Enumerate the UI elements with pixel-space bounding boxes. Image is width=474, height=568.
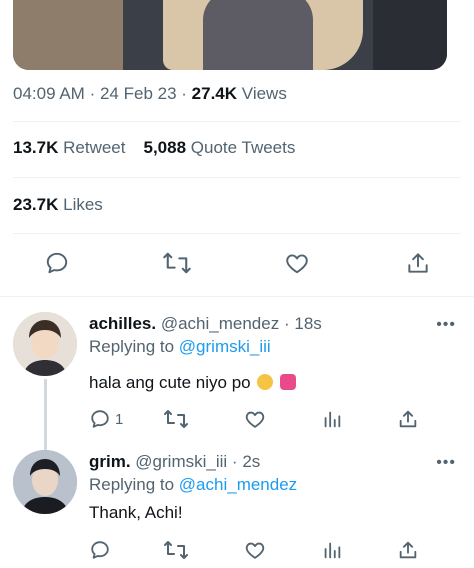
tweet-meta: 04:09 AM · 24 Feb 23 · 27.4K Views [13,84,287,104]
share-button[interactable] [397,538,419,562]
handle[interactable]: @achi_mendez [161,314,279,333]
like-icon [245,542,265,559]
time-separator: · [231,452,238,471]
divider [13,177,461,178]
reply-time[interactable]: 18s [294,314,321,333]
tweet-time: 04:09 AM [13,84,85,103]
share-icon [399,541,417,559]
more-icon[interactable]: ••• [436,316,456,334]
retweets-label: Retweet [63,138,126,157]
avatar-photo [13,450,77,514]
quotes-count: 5,088 [143,138,187,157]
pleading-face-emoji [257,374,274,390]
likes-count: 23.7K [13,195,59,214]
media-detail [203,0,313,70]
tweet-action-bar [0,248,474,280]
replying-label: Replying to [89,475,175,494]
retweet-icon [163,252,191,274]
analytics-button[interactable] [321,538,343,562]
analytics-icon [324,542,341,559]
share-button[interactable] [397,407,419,431]
reply-icon [46,252,68,274]
retweet-icon [164,410,188,428]
retweets-stat[interactable]: 13.7K Retweet [13,138,125,157]
share-icon [408,253,428,273]
reply-body: hala ang cute niyo po [89,373,251,392]
tweet-media[interactable] [13,0,447,70]
reply-icon [91,541,109,559]
handle[interactable]: @grimski_iii [135,452,227,471]
reply-header: grim. @grimski_iii · 2s [89,452,260,472]
analytics-button[interactable] [321,407,343,431]
quotes-label: Quote Tweets [190,138,296,157]
avatar[interactable] [13,450,77,514]
retweet-button[interactable] [163,538,189,562]
tweet-date: 24 Feb 23 [99,84,177,103]
reply-icon [91,410,109,428]
avatar-photo [13,312,77,376]
avatar[interactable] [13,312,77,376]
like-button[interactable] [244,538,266,562]
reply-tweet[interactable]: grim. @grimski_iii · 2s ••• Replying to … [0,436,474,568]
more-icon[interactable]: ••• [436,454,456,472]
reply-text: hala ang cute niyo po [89,373,297,393]
mention-link[interactable]: @achi_mendez [179,475,297,494]
views-label[interactable]: Views [242,84,287,103]
quotes-stat[interactable]: 5,088 Quote Tweets [143,138,295,157]
tweet-stats: 13.7K Retweet 5,088 Quote Tweets [13,138,295,158]
pink-heart-emoji [280,374,297,390]
reply-body: Thank, Achi! [89,503,183,522]
reply-tweet[interactable]: achilles. @achi_mendez · 18s ••• Replyin… [0,296,474,451]
time-separator: · [283,314,290,333]
divider [13,121,461,122]
retweet-icon [164,541,188,559]
analytics-icon [324,411,341,428]
reply-time[interactable]: 2s [242,452,260,471]
reply-button[interactable]: 1 [89,407,123,431]
display-name[interactable]: achilles. [89,314,156,333]
display-name[interactable]: grim. [89,452,131,471]
like-icon [286,254,308,274]
reply-header: achilles. @achi_mendez · 18s [89,314,322,334]
media-detail [13,0,123,70]
replying-label: Replying to [89,337,175,356]
meta-separator: · [89,84,96,103]
reply-text: Thank, Achi! [89,503,183,523]
reply-action-bar: 1 [0,407,474,433]
retweets-count: 13.7K [13,138,59,157]
media-detail [373,0,447,70]
reply-count: 1 [115,410,124,428]
reply-button[interactable] [89,538,111,562]
retweet-button[interactable] [163,407,189,431]
like-icon [245,411,265,428]
share-icon [399,410,417,428]
divider [13,233,461,234]
replying-to: Replying to @achi_mendez [89,475,297,495]
retweet-button[interactable] [162,248,192,278]
like-button[interactable] [282,248,312,278]
meta-separator: · [181,84,187,103]
share-button[interactable] [403,248,433,278]
likes-label: Likes [63,195,103,214]
reply-button[interactable] [42,248,72,278]
likes-stat[interactable]: 23.7K Likes [13,195,103,215]
mention-link[interactable]: @grimski_iii [179,337,271,356]
like-button[interactable] [244,407,266,431]
reply-action-bar [0,538,474,564]
views-count: 27.4K [191,84,238,103]
replying-to: Replying to @grimski_iii [89,337,271,357]
